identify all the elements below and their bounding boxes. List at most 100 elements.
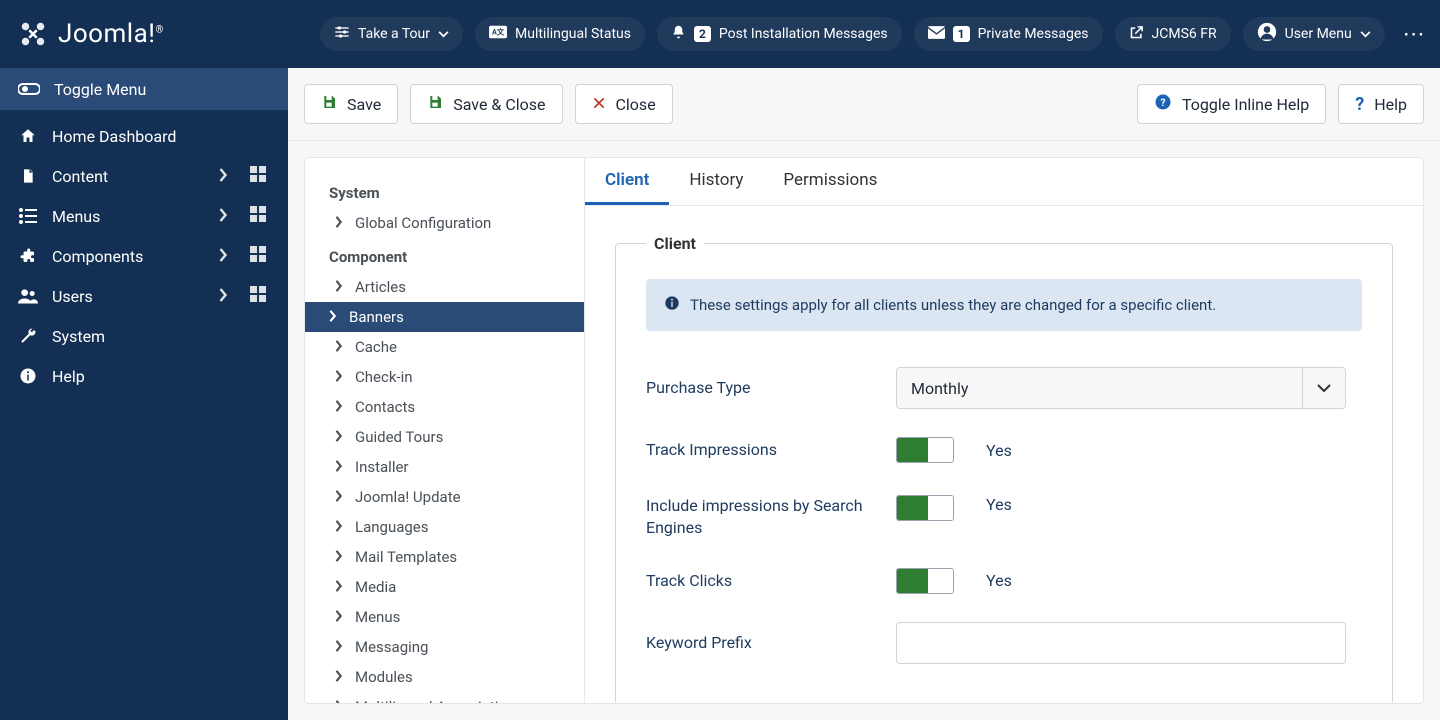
toggle-include-search[interactable] [896,495,954,521]
brand-text: Joomla!® [58,19,164,49]
config-nav-item[interactable]: Multilingual Associations [305,692,584,704]
help-button[interactable]: ? Help [1338,84,1424,124]
dashboard-grid-icon[interactable] [246,246,270,266]
toggle-value: Yes [986,495,1012,514]
pill-label: User Menu [1285,26,1352,42]
tab-permissions[interactable]: Permissions [763,158,897,205]
select-purchase-type[interactable]: Monthly [896,367,1346,409]
chevron-right-icon [335,488,347,506]
dashboard-grid-icon[interactable] [246,166,270,186]
config-nav-item[interactable]: Installer [305,452,584,482]
config-nav-item[interactable]: Cache [305,332,584,362]
more-button[interactable]: ⋯ [1397,22,1433,47]
config-nav-item[interactable]: Guided Tours [305,422,584,452]
bell-icon [671,24,686,44]
config-nav-label: Messaging [355,638,428,656]
help-info-icon: ? [1154,93,1172,115]
take-tour-button[interactable]: Take a Tour [320,17,463,51]
pill-label: Post Installation Messages [719,26,888,42]
users-icon [18,288,38,304]
toggle-track-clicks[interactable] [896,568,954,594]
button-label: Close [616,95,656,114]
select-value: Monthly [911,379,968,398]
sidebar-item-home[interactable]: Home Dashboard [0,116,288,156]
sidebar-item-menus[interactable]: Menus [0,196,288,236]
config-nav-label: Joomla! Update [355,488,461,506]
row-include-search: Include impressions by Search Engines Ye… [646,477,1362,554]
chevron-right-icon [335,214,347,232]
sidebar-item-components[interactable]: Components [0,236,288,276]
config-nav-label: Articles [355,278,406,296]
toolbar: Save Save & Close Close ? Toggle Inline … [288,68,1440,141]
config-nav-item[interactable]: Modules [305,662,584,692]
save-button[interactable]: Save [304,84,398,124]
config-nav-item[interactable]: Joomla! Update [305,482,584,512]
chevron-right-icon [335,458,347,476]
private-messages-button[interactable]: 1 Private Messages [914,17,1103,51]
close-icon [592,95,606,114]
toggle-value: Yes [986,441,1012,460]
config-nav-item[interactable]: Articles [305,272,584,302]
config-nav-label: Global Configuration [355,214,491,232]
config-nav-item[interactable]: Banners [305,302,584,332]
config-nav-item[interactable]: Languages [305,512,584,542]
sidebar-item-system[interactable]: System [0,316,288,356]
button-label: Save & Close [453,95,545,114]
dashboard-grid-icon[interactable] [246,206,270,226]
sidebar-item-label: Menus [52,207,100,226]
language-icon: A文 [489,25,507,43]
chevron-right-icon [335,518,347,536]
tabs: ClientHistoryPermissions [585,158,1423,206]
brand-logo[interactable]: Joomla!® [0,0,288,68]
sidebar-item-help[interactable]: Help [0,356,288,396]
toggle-inline-help-button[interactable]: ? Toggle Inline Help [1137,84,1326,124]
toggle-icon [18,82,40,96]
sidebar-item-label: Content [52,167,108,186]
topbar: Banners: Op Take a Tour A文 Multilingual … [288,0,1440,68]
multilingual-status-button[interactable]: A文 Multilingual Status [475,17,645,51]
row-purchase-type: Purchase Type Monthly [646,353,1362,423]
pill-label: Multilingual Status [515,26,631,42]
badge-count: 1 [953,26,970,42]
config-nav-item[interactable]: Media [305,572,584,602]
chevron-right-icon[interactable] [215,287,232,306]
site-link-button[interactable]: JCMS6 FR [1115,17,1231,51]
toggle-menu-button[interactable]: Toggle Menu [0,68,288,110]
post-install-messages-button[interactable]: 2 Post Installation Messages [657,17,902,51]
config-nav-heading-component: Component [305,238,584,272]
chevron-right-icon [335,368,347,386]
config-nav-label: Modules [355,668,413,686]
toggle-track-impressions[interactable] [896,437,954,463]
config-nav-label: Mail Templates [355,548,457,566]
save-close-button[interactable]: Save & Close [410,84,562,124]
sidebar-item-users[interactable]: Users [0,276,288,316]
chevron-right-icon[interactable] [215,207,232,226]
user-menu-button[interactable]: User Menu [1243,17,1385,51]
chevron-right-icon[interactable] [215,247,232,266]
dashboard-grid-icon[interactable] [246,286,270,306]
close-button[interactable]: Close [575,84,673,124]
chevron-down-icon [1302,368,1331,408]
tab-history[interactable]: History [669,158,763,205]
fieldset-legend: Client [646,234,704,253]
config-nav-item[interactable]: Check-in [305,362,584,392]
row-track-clicks: Track Clicks Yes [646,554,1362,608]
tab-client[interactable]: Client [585,158,669,205]
puzzle-icon [18,247,38,265]
pill-label: Take a Tour [358,26,430,42]
config-nav-item[interactable]: Global Configuration [305,208,584,238]
config-nav-item[interactable]: Messaging [305,632,584,662]
config-nav-label: Media [355,578,396,596]
chevron-right-icon [335,578,347,596]
input-keyword-prefix[interactable] [896,622,1346,664]
question-icon: ? [1355,94,1364,115]
sidebar-item-content[interactable]: Content [0,156,288,196]
config-nav-item[interactable]: Contacts [305,392,584,422]
config-nav-label: Cache [355,338,397,356]
chevron-right-icon[interactable] [215,167,232,186]
config-nav-item[interactable]: Mail Templates [305,542,584,572]
config-nav-item[interactable]: Menus [305,602,584,632]
label-track-clicks: Track Clicks [646,570,876,592]
info-icon [18,367,38,385]
label-include-search: Include impressions by Search Engines [646,495,876,540]
